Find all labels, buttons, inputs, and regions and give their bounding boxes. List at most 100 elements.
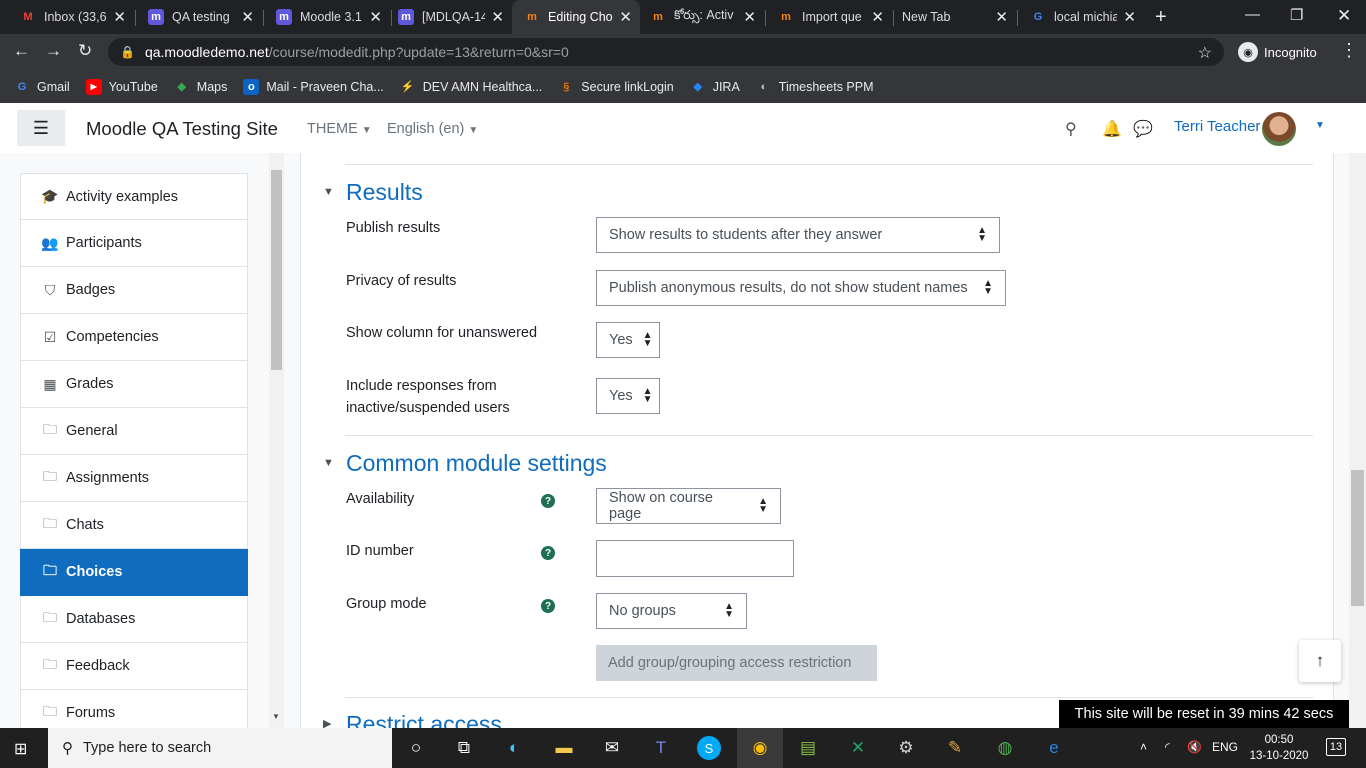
- tab-import-questions[interactable]: m Import que ✕: [766, 0, 892, 34]
- bookmark-amn[interactable]: ⚡ DEV AMN Healthca...: [400, 79, 542, 95]
- language-menu[interactable]: English (en) ▼: [387, 121, 478, 137]
- theme-menu[interactable]: THEME ▼: [307, 121, 372, 137]
- volume-mute-icon[interactable]: 🔇: [1187, 740, 1202, 754]
- bookmark-maps[interactable]: ◆ Maps: [174, 79, 228, 95]
- windows-start-icon[interactable]: ⊞: [14, 739, 27, 759]
- wifi-icon[interactable]: ◜: [1165, 740, 1170, 754]
- search-icon[interactable]: ⚲: [1065, 119, 1077, 139]
- reload-icon[interactable]: ↻: [78, 41, 92, 61]
- app-icon[interactable]: ◍: [992, 736, 1018, 760]
- close-icon[interactable]: ✕: [619, 8, 632, 26]
- page-scrollbar-thumb[interactable]: [1351, 470, 1364, 606]
- edge-icon[interactable]: ◐: [501, 736, 527, 760]
- minimize-icon[interactable]: —: [1245, 6, 1260, 23]
- tray-chevron-icon[interactable]: ˄: [1140, 740, 1147, 754]
- url-bar[interactable]: 🔒 qa.moodledemo.net/course/modedit.php?u…: [108, 38, 1224, 66]
- section-title-common-module[interactable]: Common module settings: [346, 450, 607, 477]
- include-inactive-select[interactable]: Yes ▲ ▼: [596, 378, 660, 414]
- avatar[interactable]: [1262, 112, 1296, 146]
- nav-item-general[interactable]: 🗀 General: [20, 408, 248, 455]
- bookmark-youtube[interactable]: ▶ YouTube: [85, 78, 158, 95]
- teams-icon[interactable]: T: [648, 736, 674, 760]
- notepad-icon[interactable]: ▤: [795, 736, 821, 760]
- caret-down-icon[interactable]: ▼: [1315, 120, 1325, 131]
- notifications-icon[interactable]: 13: [1326, 738, 1346, 756]
- sidebar-scrollbar-thumb[interactable]: [271, 170, 282, 370]
- nav-item-feedback[interactable]: 🗀 Feedback: [20, 643, 248, 690]
- close-icon[interactable]: ✕: [871, 8, 884, 26]
- excel-icon[interactable]: ✕: [845, 736, 871, 760]
- close-icon[interactable]: ✕: [491, 8, 504, 26]
- nav-item-assignments[interactable]: 🗀 Assignments: [20, 455, 248, 502]
- close-icon[interactable]: ✕: [1123, 8, 1136, 26]
- user-name[interactable]: Terri Teacher: [1174, 118, 1260, 135]
- bell-icon[interactable]: 🔔: [1102, 119, 1122, 139]
- help-icon[interactable]: ?: [541, 546, 555, 560]
- help-icon[interactable]: ?: [541, 599, 555, 613]
- bookmark-mail[interactable]: o Mail - Praveen Cha...: [243, 78, 384, 95]
- section-title-results[interactable]: Results: [346, 179, 423, 206]
- settings-gear-icon[interactable]: ⚙: [893, 736, 919, 760]
- taskbar-search[interactable]: ⚲ Type here to search: [48, 728, 392, 768]
- expand-caret-icon[interactable]: ▶: [323, 717, 331, 728]
- window-close-icon[interactable]: ✕: [1337, 6, 1351, 26]
- menu-toggle-button[interactable]: ☰: [17, 110, 65, 146]
- publish-results-select[interactable]: Show results to students after they answ…: [596, 217, 1000, 253]
- cortana-icon[interactable]: ○: [403, 736, 429, 760]
- close-icon[interactable]: ✕: [743, 8, 756, 26]
- chrome-icon[interactable]: ◉: [747, 736, 773, 760]
- page-scrollbar[interactable]: [1349, 153, 1366, 728]
- bookmark-timesheets[interactable]: ◐ Timesheets PPM: [756, 79, 873, 95]
- nav-item-forums[interactable]: 🗀 Forums: [20, 690, 248, 728]
- bookmark-star-icon[interactable]: ☆: [1198, 43, 1212, 63]
- close-icon[interactable]: ✕: [995, 8, 1008, 26]
- close-icon[interactable]: ✕: [241, 8, 254, 26]
- back-icon[interactable]: ←: [13, 41, 30, 61]
- task-view-icon[interactable]: ⧉: [451, 736, 477, 760]
- forward-icon[interactable]: →: [45, 41, 62, 61]
- language-indicator[interactable]: ENG: [1212, 740, 1238, 754]
- show-unanswered-select[interactable]: Yes ▲ ▼: [596, 322, 660, 358]
- tab-moodle-31[interactable]: m Moodle 3.1 ✕: [264, 0, 390, 34]
- nav-item-databases[interactable]: 🗀 Databases: [20, 596, 248, 643]
- back-to-top-button[interactable]: ↑: [1299, 640, 1341, 682]
- nav-item-grades[interactable]: ▦ Grades: [20, 361, 248, 408]
- paint-icon[interactable]: ✎: [942, 736, 968, 760]
- restore-icon[interactable]: ❐: [1290, 6, 1303, 24]
- collapse-caret-icon[interactable]: ▼: [323, 186, 334, 198]
- tab-qa-testing[interactable]: m QA testing ✕: [136, 0, 262, 34]
- bookmark-jira[interactable]: ◆ JIRA: [690, 79, 739, 95]
- file-explorer-icon[interactable]: ▬: [551, 736, 577, 760]
- id-number-input[interactable]: [596, 540, 794, 577]
- availability-select[interactable]: Show on course page ▲ ▼: [596, 488, 781, 524]
- group-mode-select[interactable]: No groups ▲ ▼: [596, 593, 747, 629]
- mail-icon[interactable]: ✉: [599, 736, 625, 760]
- nav-item-competencies[interactable]: ☑ Competencies: [20, 314, 248, 361]
- browser-menu-icon[interactable]: ⋮: [1340, 40, 1358, 61]
- collapse-caret-icon[interactable]: ▼: [323, 457, 334, 469]
- incognito-indicator[interactable]: ◉ Incognito: [1234, 40, 1327, 64]
- nav-item-badges[interactable]: ⛉ Badges: [20, 267, 248, 314]
- nav-item-participants[interactable]: 👥 Participants: [20, 220, 248, 267]
- tab-editing-choice[interactable]: m Editing Cho ✕: [512, 0, 640, 34]
- tab-course-activ[interactable]: m కోర్సు: Activ ✕: [638, 0, 764, 34]
- scroll-down-arrow-icon[interactable]: ▼: [272, 712, 280, 721]
- add-group-restriction-button[interactable]: Add group/grouping access restriction: [596, 645, 877, 681]
- messages-icon[interactable]: 💬: [1133, 119, 1153, 139]
- bookmark-gmail[interactable]: G Gmail: [14, 79, 70, 95]
- nav-item-choices[interactable]: 🗀 Choices: [20, 549, 248, 596]
- internet-explorer-icon[interactable]: e: [1041, 736, 1067, 760]
- site-name[interactable]: Moodle QA Testing Site: [86, 118, 278, 140]
- clock[interactable]: 00:50 13-10-2020: [1246, 732, 1312, 764]
- nav-item-chats[interactable]: 🗀 Chats: [20, 502, 248, 549]
- tab-mdlqa[interactable]: m [MDLQA-14 ✕: [386, 0, 512, 34]
- close-icon[interactable]: ✕: [113, 8, 126, 26]
- close-icon[interactable]: ✕: [369, 8, 382, 26]
- tab-new-tab[interactable]: New Tab ✕: [890, 0, 1016, 34]
- tab-inbox[interactable]: M Inbox (33,6 ✕: [8, 0, 134, 34]
- help-icon[interactable]: ?: [541, 494, 555, 508]
- bookmark-secure-link[interactable]: § Secure linkLogin: [558, 79, 673, 95]
- section-title-restrict-access[interactable]: Restrict access: [346, 711, 502, 728]
- privacy-results-select[interactable]: Publish anonymous results, do not show s…: [596, 270, 1006, 306]
- new-tab-button[interactable]: +: [1155, 6, 1167, 29]
